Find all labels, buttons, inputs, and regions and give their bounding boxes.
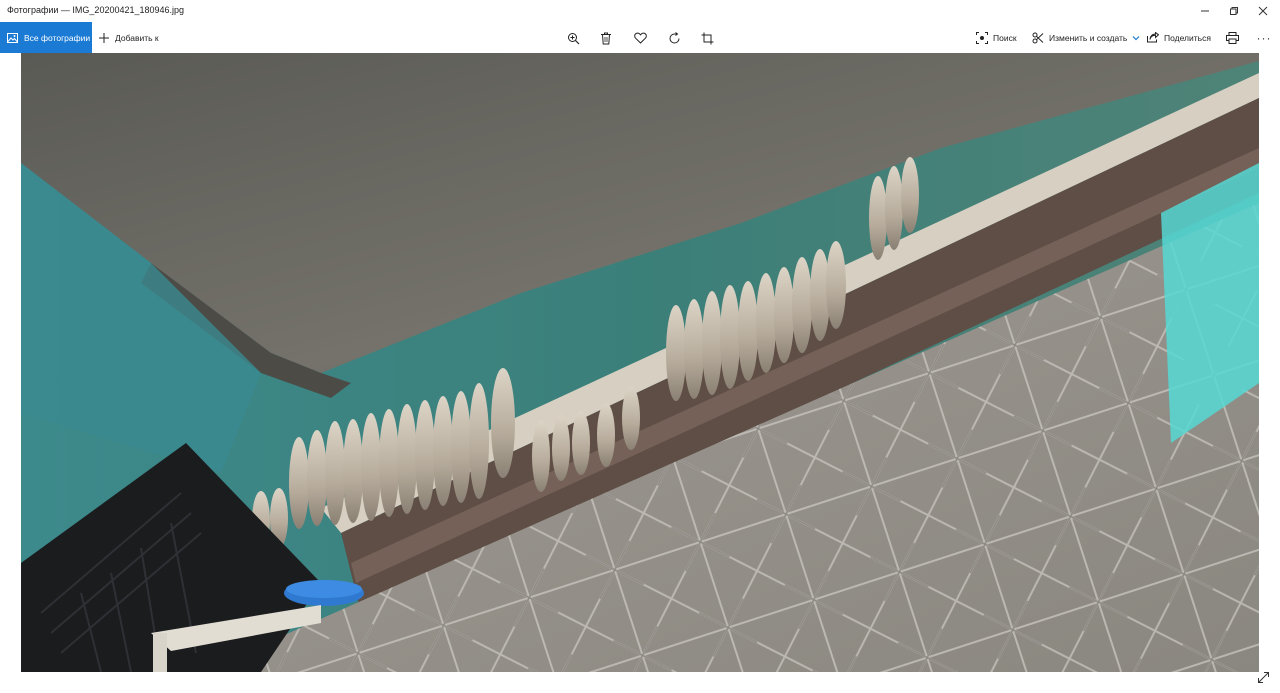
edit-create-icon xyxy=(1032,32,1044,43)
heart-icon xyxy=(633,32,647,44)
minimize-icon xyxy=(1201,10,1209,12)
more-icon: ··· xyxy=(1256,31,1272,45)
fullscreen-button[interactable] xyxy=(1255,669,1271,685)
share-icon xyxy=(1147,32,1159,43)
photos-icon xyxy=(7,32,18,43)
search-button[interactable]: Поиск xyxy=(976,22,1017,53)
restore-icon xyxy=(1230,7,1238,15)
plus-icon xyxy=(99,32,109,43)
add-to-label: Добавить к xyxy=(115,32,159,43)
chevron-down-icon xyxy=(1132,35,1140,40)
close-button[interactable] xyxy=(1246,0,1280,22)
expand-icon xyxy=(1257,671,1269,683)
add-to-button[interactable]: Добавить к xyxy=(98,22,159,53)
title-bar: Фотографии — IMG_20200421_180946.jpg xyxy=(0,0,1280,22)
all-photos-button[interactable]: Все фотографии xyxy=(0,22,92,53)
zoom-button[interactable] xyxy=(564,29,582,47)
photos-app-window: Фотографии — IMG_20200421_180946.jpg Все… xyxy=(0,0,1280,693)
trash-icon xyxy=(601,32,611,44)
all-photos-label: Все фотографии xyxy=(24,32,91,43)
edit-create-label: Изменить и создать xyxy=(1049,32,1128,43)
zoom-in-icon xyxy=(567,32,579,44)
rotate-button[interactable] xyxy=(665,29,683,47)
favorite-button[interactable] xyxy=(631,29,649,47)
close-icon xyxy=(1258,6,1268,16)
photo-viewer xyxy=(0,53,1280,693)
more-button[interactable]: ··· xyxy=(1255,29,1273,47)
rotate-icon xyxy=(669,31,679,43)
print-button[interactable] xyxy=(1224,29,1240,47)
share-button[interactable]: Поделиться xyxy=(1147,22,1211,53)
visual-search-icon xyxy=(976,31,988,44)
search-label: Поиск xyxy=(993,32,1017,43)
photo-image[interactable] xyxy=(21,53,1259,672)
crop-icon xyxy=(701,32,713,44)
toolbar: Все фотографии Добавить к Поиск Изменить… xyxy=(0,22,1280,53)
edit-create-button[interactable]: Изменить и создать xyxy=(1032,22,1140,53)
window-title: Фотографии — IMG_20200421_180946.jpg xyxy=(7,5,185,15)
share-label: Поделиться xyxy=(1164,32,1211,43)
delete-button[interactable] xyxy=(597,29,615,47)
photo-image-drawing xyxy=(21,53,1259,672)
print-icon xyxy=(1225,32,1239,44)
crop-button[interactable] xyxy=(698,29,716,47)
